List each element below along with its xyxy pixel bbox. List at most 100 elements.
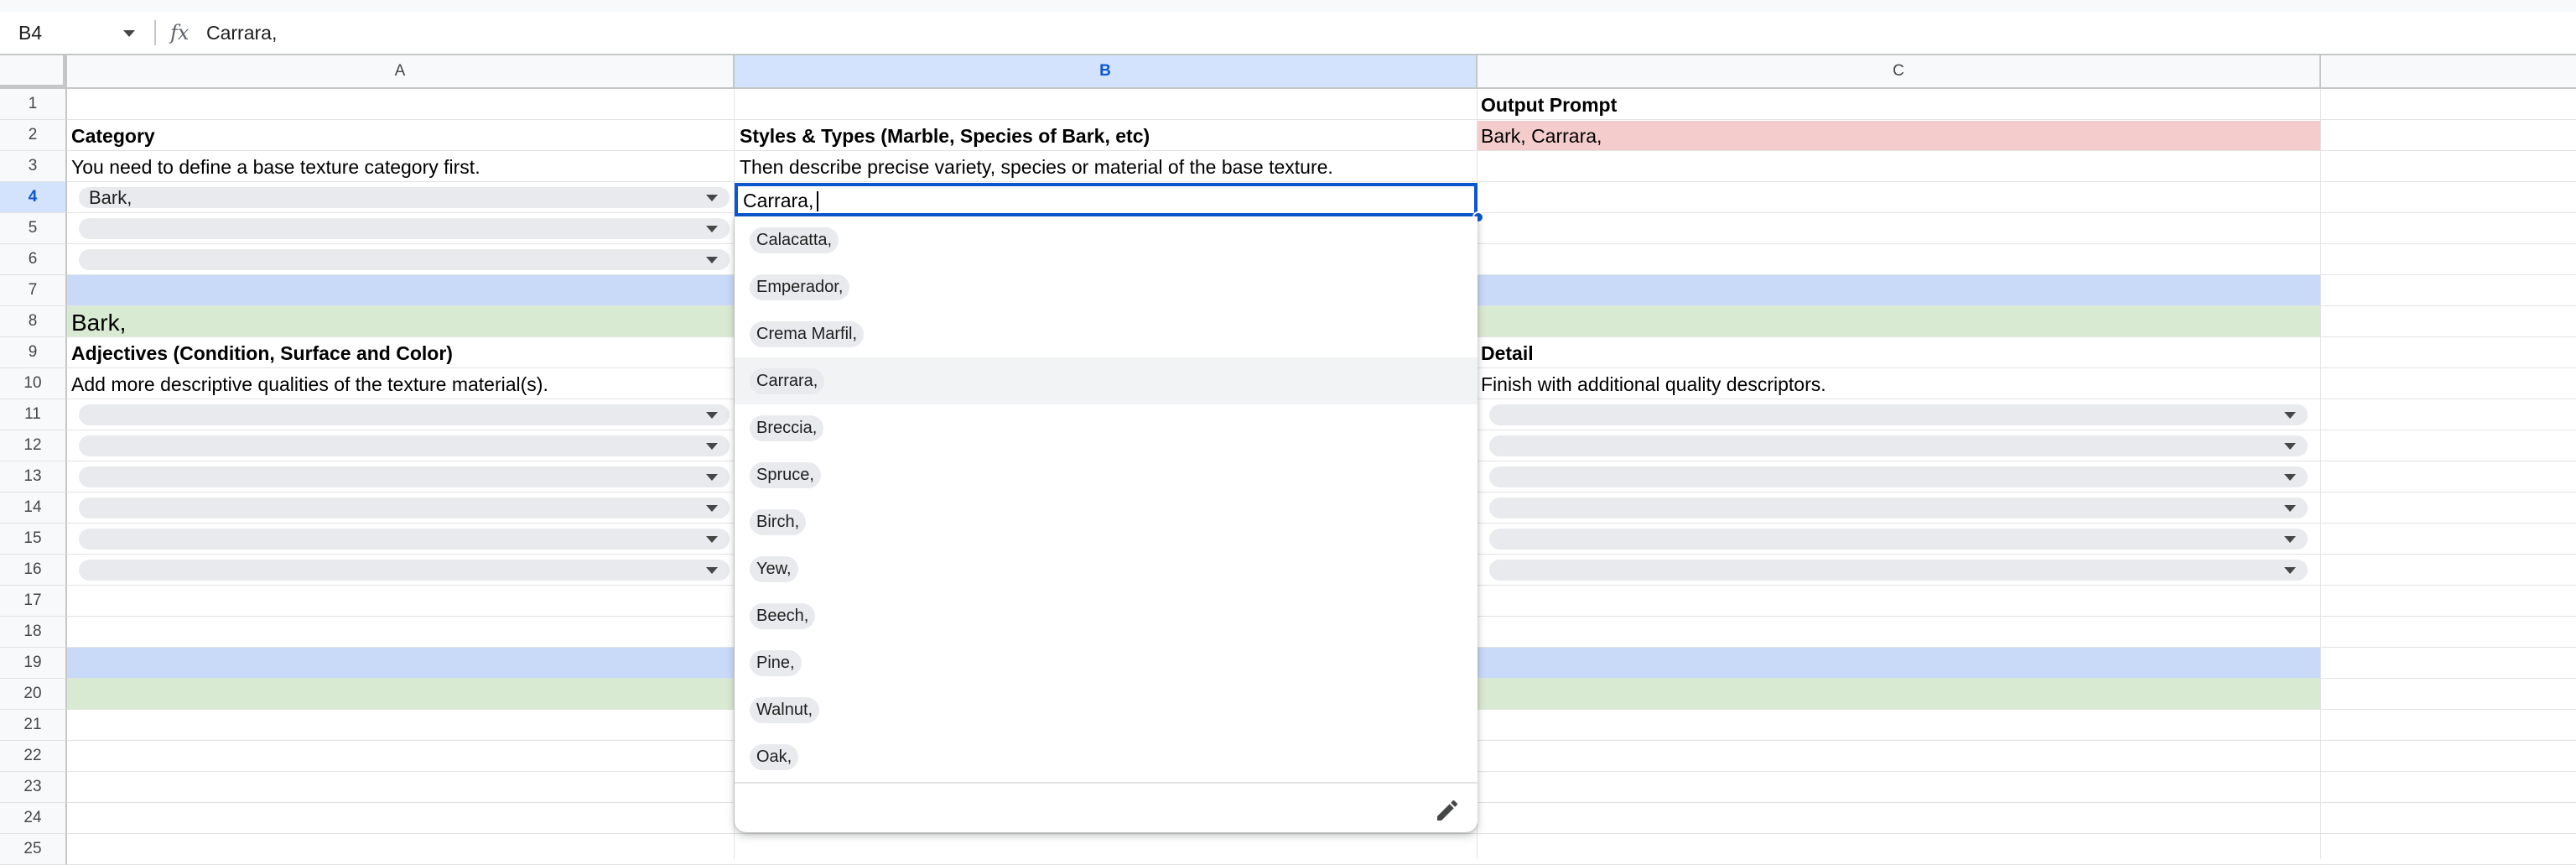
dropdown-option[interactable]: Spruce, [735, 451, 1478, 498]
row-header-2[interactable]: 2 [0, 120, 67, 151]
row-header-9[interactable]: 9 [0, 337, 67, 368]
formula-bar: B4 fx Carrara, [0, 12, 2576, 55]
chevron-down-icon[interactable] [706, 412, 718, 419]
dropdown-option[interactable]: Walnut, [735, 686, 1478, 733]
row-header-7[interactable]: 7 [0, 275, 67, 306]
chevron-down-icon[interactable] [706, 195, 718, 201]
option-chip: Pine, [750, 650, 802, 676]
row-header-11[interactable]: 11 [0, 399, 67, 430]
row-header-3[interactable]: 3 [0, 151, 67, 182]
styles-types-header: Styles & Types (Marble, Species of Bark,… [740, 125, 1150, 147]
row-header-10[interactable]: 10 [0, 368, 67, 399]
name-box[interactable]: B4 [18, 20, 42, 45]
detail-dropdown-chip[interactable] [1489, 466, 2308, 487]
top-strip [0, 0, 2576, 12]
column-header-b[interactable]: B [735, 55, 1478, 89]
option-chip: Oak, [750, 744, 799, 770]
dropdown-option[interactable]: Calacatta, [735, 216, 1478, 263]
styles-instructions: Then describe precise variety, species o… [740, 156, 1333, 178]
gridline-h [67, 150, 2576, 151]
adjective-dropdown-chip[interactable] [79, 435, 730, 456]
category-dropdown-chip[interactable]: Bark, [79, 187, 730, 208]
detail-dropdown-chip[interactable] [1489, 404, 2308, 425]
active-cell-editor[interactable]: Carrara, [735, 183, 1478, 216]
option-chip: Birch, [750, 509, 807, 535]
row-header-5[interactable]: 5 [0, 213, 67, 244]
row-header-24[interactable]: 24 [0, 803, 67, 834]
adjectives-instructions: Add more descriptive qualities of the te… [71, 373, 548, 395]
detail-dropdown-chip[interactable] [1489, 498, 2308, 518]
chevron-down-icon[interactable] [2284, 567, 2296, 574]
divider [735, 782, 1478, 784]
chevron-down-icon[interactable] [2284, 536, 2296, 543]
column-header-a[interactable]: A [67, 55, 735, 89]
chevron-down-icon[interactable] [706, 536, 718, 543]
option-chip: Breccia, [750, 415, 824, 441]
option-chip: Beech, [750, 603, 816, 629]
row-header-20[interactable]: 20 [0, 679, 67, 710]
dropdown-option[interactable]: Oak, [735, 733, 1478, 780]
detail-dropdown-chip[interactable] [1489, 529, 2308, 550]
gridline-h [67, 119, 2576, 120]
chevron-down-icon[interactable] [706, 226, 718, 232]
option-chip: Spruce, [750, 462, 821, 488]
chevron-down-icon[interactable] [706, 567, 718, 574]
row-header-1[interactable]: 1 [0, 89, 67, 120]
row-header-8[interactable]: 8 [0, 306, 67, 337]
row-header-13[interactable]: 13 [0, 461, 67, 492]
chevron-down-icon[interactable] [706, 443, 718, 450]
row-header-15[interactable]: 15 [0, 524, 67, 555]
adjective-dropdown-chip[interactable] [79, 560, 730, 581]
dropdown-option[interactable]: Carrara, [735, 357, 1478, 404]
detail-header: Detail [1481, 342, 1534, 364]
chevron-down-icon[interactable] [706, 505, 718, 512]
dropdown-option[interactable]: Crema Marfil, [735, 310, 1478, 357]
text-cursor [817, 191, 818, 211]
row-header-18[interactable]: 18 [0, 617, 67, 648]
dropdown-option[interactable]: Beech, [735, 592, 1478, 639]
chevron-down-icon[interactable] [123, 30, 135, 37]
chevron-down-icon[interactable] [706, 257, 718, 263]
adjective-dropdown-chip[interactable] [79, 404, 730, 425]
row-header-23[interactable]: 23 [0, 772, 67, 803]
cell-editor-value[interactable]: Carrara, [743, 188, 813, 213]
row-header-16[interactable]: 16 [0, 555, 67, 586]
category-dropdown-chip[interactable] [79, 218, 730, 239]
gridline-h [67, 833, 2576, 834]
output-prompt-cell[interactable] [1478, 121, 2321, 151]
pencil-icon[interactable] [1434, 797, 1461, 824]
category-dropdown-chip[interactable] [79, 249, 730, 270]
adjective-dropdown-chip[interactable] [79, 466, 730, 487]
column-header-empty[interactable] [2321, 55, 2576, 89]
row-header-19[interactable]: 19 [0, 648, 67, 679]
row-header-17[interactable]: 17 [0, 586, 67, 617]
dropdown-option[interactable]: Birch, [735, 498, 1478, 545]
divider [154, 20, 156, 45]
row-header-12[interactable]: 12 [0, 430, 67, 461]
option-chip: Walnut, [750, 697, 820, 723]
chevron-down-icon[interactable] [2284, 443, 2296, 450]
column-header-c[interactable]: C [1478, 55, 2321, 89]
detail-dropdown-chip[interactable] [1489, 560, 2308, 581]
output-prompt-header: Output Prompt [1481, 94, 1618, 116]
adjective-dropdown-chip[interactable] [79, 529, 730, 550]
row-header-25[interactable]: 25 [0, 834, 67, 865]
chevron-down-icon[interactable] [2284, 505, 2296, 512]
dropdown-option[interactable]: Yew, [735, 545, 1478, 592]
row-header-22[interactable]: 22 [0, 741, 67, 772]
dropdown-option[interactable]: Emperador, [735, 263, 1478, 310]
formula-input[interactable]: Carrara, [206, 20, 277, 45]
detail-dropdown-chip[interactable] [1489, 435, 2308, 456]
row-header-21[interactable]: 21 [0, 710, 67, 741]
chevron-down-icon[interactable] [2284, 412, 2296, 419]
category-result: Bark, [71, 310, 127, 336]
row-header-4[interactable]: 4 [0, 182, 67, 213]
dropdown-option[interactable]: Breccia, [735, 404, 1478, 451]
select-all-corner[interactable] [0, 55, 67, 89]
adjective-dropdown-chip[interactable] [79, 498, 730, 518]
row-header-14[interactable]: 14 [0, 492, 67, 524]
dropdown-option[interactable]: Pine, [735, 639, 1478, 686]
chevron-down-icon[interactable] [706, 474, 718, 481]
chevron-down-icon[interactable] [2284, 474, 2296, 481]
row-header-6[interactable]: 6 [0, 244, 67, 275]
